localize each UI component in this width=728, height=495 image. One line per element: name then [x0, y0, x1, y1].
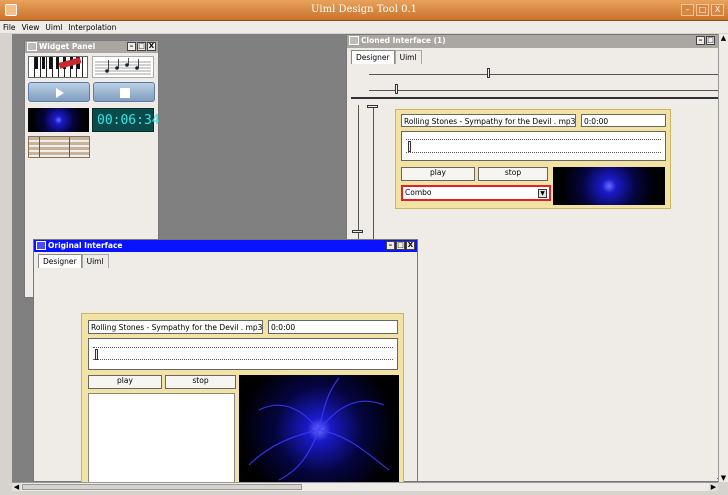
vertical-scrollbar[interactable]: ▲ ▼ — [718, 34, 728, 482]
menu-bar: File View Uiml Interpolation — [0, 21, 728, 33]
window-icon — [349, 36, 359, 45]
visualization-display — [239, 375, 399, 484]
combo-box[interactable]: Combo ▼ — [401, 185, 551, 201]
seek-slider-thumb[interactable] — [95, 349, 98, 360]
seek-slider[interactable] — [401, 131, 666, 161]
play-icon[interactable] — [28, 82, 90, 102]
visualization-icon[interactable] — [28, 108, 89, 132]
track-name-field[interactable]: Rolling Stones - Sympathy for the Devil … — [88, 320, 263, 334]
window-icon — [27, 42, 37, 51]
piano-keyboard-icon[interactable] — [28, 56, 88, 78]
time-field[interactable]: 0:0:00 — [268, 320, 398, 334]
maximize-button[interactable]: □ — [706, 36, 715, 45]
combo-box-value: Combo — [405, 188, 432, 197]
menu-uiml[interactable]: Uiml — [45, 23, 62, 32]
tab-designer[interactable]: Designer — [38, 254, 82, 268]
list-box[interactable] — [88, 393, 235, 484]
play-button[interactable]: play — [88, 375, 162, 389]
window-icon — [36, 241, 46, 250]
seek-slider-track — [93, 359, 393, 360]
canvas-separator — [351, 97, 725, 99]
seek-slider-thumb[interactable] — [408, 141, 411, 152]
cloned-interface-titlebar[interactable]: Cloned Interface (1) – □ — [347, 35, 727, 48]
vertical-slider-track — [373, 105, 374, 245]
list-icon[interactable] — [28, 136, 90, 158]
horizontal-slider-track — [369, 90, 719, 91]
minimize-button[interactable]: – — [696, 36, 705, 45]
minimize-button[interactable]: – — [681, 4, 694, 16]
app-title: Uiml Design Tool 0.1 — [311, 4, 417, 15]
menu-view[interactable]: View — [22, 23, 40, 32]
time-field[interactable]: 0:0:00 — [581, 114, 666, 127]
vertical-slider-track — [358, 105, 359, 245]
original-app-panel: Rolling Stones - Sympathy for the Devil … — [81, 313, 404, 484]
original-interface-titlebar[interactable]: Original Interface – □ X — [34, 240, 417, 252]
tab-designer[interactable]: Designer — [351, 50, 395, 64]
visualization-display — [553, 167, 665, 205]
original-interface-window: Original Interface – □ X Designer Uiml R… — [33, 239, 418, 484]
scroll-down-icon[interactable]: ▼ — [719, 474, 728, 482]
seek-slider-track — [406, 139, 661, 140]
track-name-field[interactable]: Rolling Stones - Sympathy for the Devil … — [401, 114, 576, 127]
widget-panel-title: Widget Panel — [39, 42, 96, 51]
scroll-left-icon[interactable]: ◀ — [12, 483, 21, 491]
stop-button[interactable]: stop — [478, 167, 548, 181]
horizontal-scrollbar[interactable]: ◀ ▶ — [12, 482, 718, 491]
minimize-button[interactable]: – — [386, 241, 395, 250]
horizontal-slider-track — [369, 74, 719, 75]
chevron-down-icon[interactable]: ▼ — [538, 189, 547, 198]
cloned-interface-title: Cloned Interface (1) — [361, 36, 446, 45]
swirl-visualization — [248, 377, 390, 481]
vertical-slider-thumb[interactable] — [352, 230, 363, 233]
seek-slider[interactable] — [88, 338, 398, 370]
stop-icon[interactable] — [93, 82, 155, 102]
maximize-button[interactable]: □ — [137, 42, 146, 51]
widget-panel-titlebar[interactable]: Widget Panel – □ X — [25, 41, 158, 53]
seek-slider-track — [406, 152, 661, 153]
close-button[interactable]: X — [711, 4, 724, 16]
clock-display-text: 00:06:34 — [97, 113, 160, 128]
maximize-button[interactable]: □ — [396, 241, 405, 250]
play-button[interactable]: play — [401, 167, 475, 181]
app-titlebar[interactable]: Uiml Design Tool 0.1 – □ X — [0, 0, 728, 21]
clock-display[interactable]: 00:06:34 — [92, 108, 160, 132]
horizontal-slider-thumb[interactable] — [487, 68, 490, 78]
seek-slider-track — [93, 347, 393, 348]
tab-uiml[interactable]: Uiml — [394, 50, 422, 64]
tab-uiml[interactable]: Uiml — [81, 254, 109, 268]
close-button[interactable]: X — [406, 241, 415, 250]
cloned-app-panel: Rolling Stones - Sympathy for the Devil … — [395, 109, 671, 209]
menu-file[interactable]: File — [3, 23, 16, 32]
scroll-up-icon[interactable]: ▲ — [719, 34, 728, 42]
sheet-music-icon[interactable] — [92, 56, 154, 78]
scroll-thumb[interactable] — [22, 484, 302, 490]
original-interface-title: Original Interface — [48, 241, 123, 250]
close-button[interactable]: X — [147, 42, 156, 51]
minimize-button[interactable]: – — [127, 42, 136, 51]
maximize-button[interactable]: □ — [696, 4, 709, 16]
horizontal-slider-thumb[interactable] — [395, 84, 398, 94]
stop-button[interactable]: stop — [165, 375, 236, 389]
menu-interpolation[interactable]: Interpolation — [68, 23, 116, 32]
scroll-right-icon[interactable]: ▶ — [709, 483, 718, 491]
vertical-slider-thumb[interactable] — [367, 105, 378, 108]
